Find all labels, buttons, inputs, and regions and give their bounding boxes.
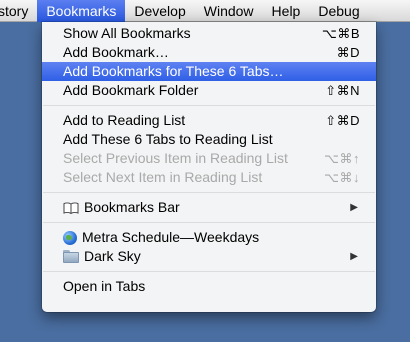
- globe-icon: [63, 230, 77, 245]
- menu-item-label: Add Bookmark…: [63, 44, 169, 60]
- menu-item-select-next-reading-list: Select Next Item in Reading List ⌥⌘↓: [42, 168, 376, 187]
- menu-item-label: Show All Bookmarks: [63, 25, 191, 41]
- menu-item-add-bookmark-folder[interactable]: Add Bookmark Folder ⇧⌘N: [42, 81, 376, 100]
- menu-item-label: Select Previous Item in Reading List: [63, 150, 288, 166]
- menubar-window[interactable]: Window: [195, 0, 263, 22]
- menu-item-shortcut: ⌘D: [336, 45, 360, 60]
- menu-item-label: Add Bookmark Folder: [63, 82, 199, 98]
- bookmarks-menu: Show All Bookmarks ⌥⌘B Add Bookmark… ⌘D …: [42, 22, 376, 312]
- menu-item-label: Select Next Item in Reading List: [63, 169, 263, 185]
- menu-separator: [43, 192, 375, 193]
- menu-item-dark-sky[interactable]: Dark Sky ▶: [42, 247, 376, 266]
- menu-item-shortcut: ⇧⌘D: [325, 113, 360, 128]
- menu-item-label: Bookmarks Bar: [84, 199, 180, 215]
- menu-separator: [43, 271, 375, 272]
- menu-item-open-in-tabs[interactable]: Open in Tabs: [42, 277, 376, 296]
- menu-item-label: Add These 6 Tabs to Reading List: [63, 131, 273, 147]
- menu-item-label: Add to Reading List: [63, 112, 186, 128]
- menu-item-add-tabs-to-reading-list[interactable]: Add These 6 Tabs to Reading List: [42, 130, 376, 149]
- menu-item-label: Open in Tabs: [63, 278, 146, 294]
- menu-separator: [43, 105, 375, 106]
- menubar-bookmarks[interactable]: Bookmarks: [37, 0, 126, 22]
- folder-icon: [63, 250, 79, 263]
- menubar-develop[interactable]: Develop: [125, 0, 194, 22]
- menubar-help[interactable]: Help: [263, 0, 310, 22]
- submenu-arrow-icon: ▶: [350, 251, 358, 262]
- submenu-arrow-icon: ▶: [350, 202, 358, 213]
- menu-item-select-previous-reading-list: Select Previous Item in Reading List ⌥⌘↑: [42, 149, 376, 168]
- menu-item-shortcut: ⌥⌘↑: [324, 151, 360, 166]
- menubar-debug[interactable]: Debug: [309, 0, 368, 22]
- menu-item-shortcut: ⇧⌘N: [325, 83, 360, 98]
- menu-item-add-bookmarks-for-tabs[interactable]: Add Bookmarks for These 6 Tabs…: [42, 62, 376, 81]
- book-icon: [63, 202, 79, 214]
- menu-item-metra-schedule[interactable]: Metra Schedule—Weekdays: [42, 228, 376, 247]
- menu-item-shortcut: ⌥⌘B: [321, 26, 360, 41]
- menu-item-label: Add Bookmarks for These 6 Tabs…: [63, 63, 284, 79]
- menu-item-bookmarks-bar[interactable]: Bookmarks Bar ▶: [42, 198, 376, 217]
- menu-item-shortcut: ⌥⌘↓: [324, 170, 360, 185]
- menu-item-show-all-bookmarks[interactable]: Show All Bookmarks ⌥⌘B: [42, 24, 376, 43]
- menu-item-add-bookmark[interactable]: Add Bookmark… ⌘D: [42, 43, 376, 62]
- menubar-history[interactable]: story: [0, 0, 37, 22]
- menu-item-label: Dark Sky: [84, 248, 141, 264]
- menu-item-label: Metra Schedule—Weekdays: [82, 229, 260, 245]
- menu-bar: story Bookmarks Develop Window Help Debu…: [0, 0, 410, 22]
- menu-item-add-to-reading-list[interactable]: Add to Reading List ⇧⌘D: [42, 111, 376, 130]
- menu-separator: [43, 222, 375, 223]
